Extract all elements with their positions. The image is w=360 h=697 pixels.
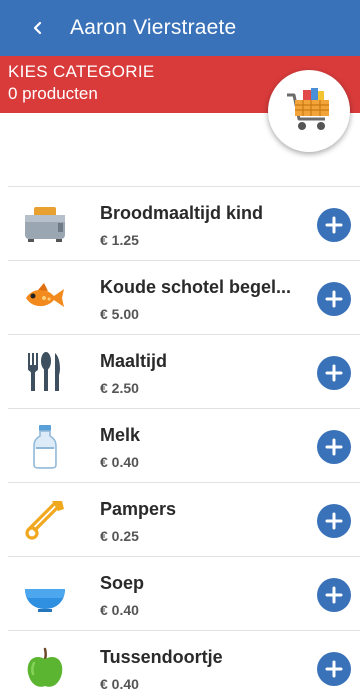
shopping-cart-icon — [287, 88, 329, 130]
list-item[interactable]: Soep € 0.40 — [8, 556, 360, 630]
back-button[interactable] — [18, 0, 58, 56]
plus-icon — [325, 586, 343, 604]
list-item[interactable]: Maaltijd € 2.50 — [8, 334, 360, 408]
product-name: Melk — [100, 425, 141, 445]
plus-icon — [325, 438, 343, 456]
soup-bowl-icon — [22, 571, 68, 617]
list-item[interactable]: Melk € 0.40 — [8, 408, 360, 482]
app-bar: Aaron Vierstraete — [0, 0, 360, 56]
add-button[interactable] — [317, 578, 351, 612]
list-item[interactable]: Broodmaaltijd kind € 1.25 — [8, 186, 360, 260]
product-name: Soep — [100, 573, 145, 593]
product-price: € 0.40 — [100, 454, 139, 470]
product-price: € 5.00 — [100, 306, 139, 322]
safety-pin-icon — [22, 497, 68, 543]
product-price: € 1.25 — [100, 232, 139, 248]
product-name: Maaltijd — [100, 351, 168, 371]
add-button[interactable] — [317, 282, 351, 316]
product-price: € 0.40 — [100, 602, 139, 618]
product-list: Broodmaaltijd kind € 1.25 Koude schotel … — [8, 186, 360, 697]
add-button[interactable] — [317, 430, 351, 464]
list-item[interactable]: Tussendoortje € 0.40 — [8, 630, 360, 697]
page-title: Aaron Vierstraete — [70, 16, 237, 39]
plus-icon — [325, 290, 343, 308]
product-name: Broodmaaltijd kind — [100, 203, 264, 223]
list-item[interactable]: Pampers € 0.25 — [8, 482, 360, 556]
add-button[interactable] — [317, 652, 351, 686]
list-item[interactable]: Koude schotel begel... € 5.00 — [8, 260, 360, 334]
product-name: Pampers — [100, 499, 177, 519]
plus-icon — [325, 216, 343, 234]
add-button[interactable] — [317, 208, 351, 242]
product-price: € 2.50 — [100, 380, 139, 396]
plus-icon — [325, 660, 343, 678]
cutlery-icon — [22, 349, 68, 395]
plus-icon — [325, 364, 343, 382]
toaster-icon — [22, 201, 68, 247]
plus-icon — [325, 512, 343, 530]
chevron-left-icon — [33, 21, 42, 35]
cart-button[interactable] — [268, 70, 350, 152]
add-button[interactable] — [317, 504, 351, 538]
milk-bottle-icon — [22, 423, 68, 469]
product-price: € 0.40 — [100, 676, 139, 692]
apple-icon — [22, 645, 68, 691]
product-price: € 0.25 — [100, 528, 139, 544]
add-button[interactable] — [317, 356, 351, 390]
product-name: Koude schotel begel... — [100, 277, 292, 297]
product-name: Tussendoortje — [100, 647, 223, 667]
fish-icon — [22, 275, 68, 321]
